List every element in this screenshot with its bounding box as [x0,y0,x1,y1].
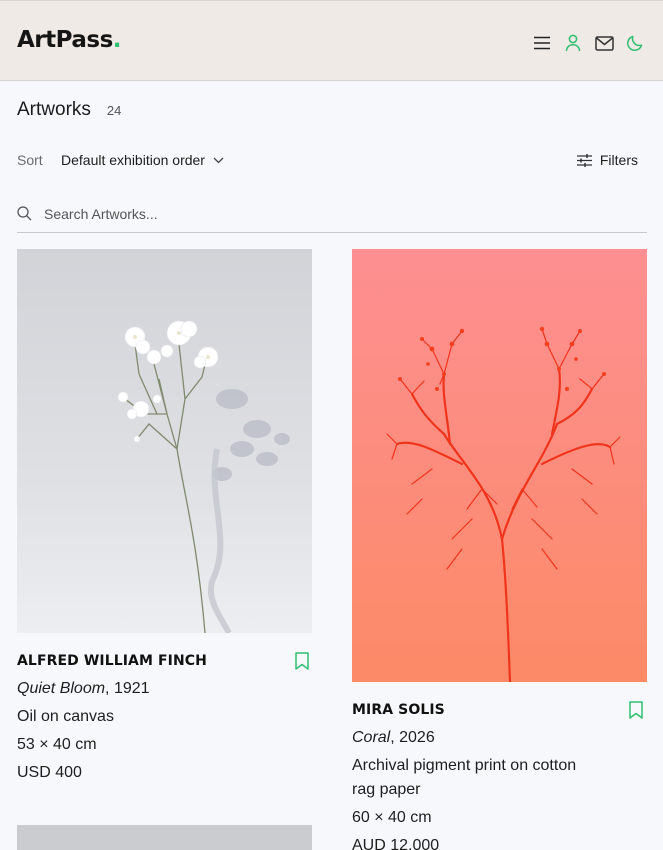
artist-name[interactable]: MIRA SOLIS [352,702,445,718]
artwork-title-year: Coral, 2026 [352,726,435,750]
filters-label: Filters [599,152,638,168]
artwork-image[interactable] [17,249,312,633]
sort-filter-bar: Sort Default exhibition order Filters [17,152,638,170]
artwork-year: , 1921 [105,680,150,697]
artwork-medium: Oil on canvas [17,708,114,725]
sort-label: Sort [17,152,43,168]
mail-icon[interactable] [594,33,614,53]
artwork-count: 24 [106,103,122,118]
bookmark-icon[interactable] [294,652,310,670]
listing-heading: Artworks 24 [17,99,121,121]
artwork-image-next[interactable] [17,825,312,850]
artwork-image[interactable] [352,249,647,682]
logo-text: ArtPass [17,27,113,53]
artwork-title: Quiet Bloom [17,680,106,697]
sliders-icon [576,153,592,167]
artwork-year: , 2026 [390,729,435,746]
filters-button[interactable]: Filters [576,152,638,168]
sort-dropdown[interactable]: Default exhibition order [61,152,224,168]
artist-name[interactable]: ALFRED WILLIAM FINCH [17,653,207,669]
search-icon [17,206,32,221]
search-bar [17,203,647,233]
artwork-dimensions: 53 × 40 cm [17,736,97,753]
artwork-title: Coral [352,729,391,746]
artwork-dimensions: 60 × 40 cm [352,809,432,826]
artwork-price: USD 400 [17,764,82,781]
search-input[interactable] [44,203,624,225]
artwork-title-year: Quiet Bloom, 1921 [17,677,150,701]
moon-icon[interactable] [625,33,645,53]
artwork-medium-line2: rag paper [352,781,421,798]
artwork-card[interactable]: MIRA SOLIS Coral, 2026 Archival pigment … [352,249,652,850]
artwork-medium-line1: Archival pigment print on cotton [352,757,577,774]
artpass-logo[interactable]: ArtPass. [17,27,122,53]
artwork-price: AUD 12,000 [352,837,440,850]
menu-icon[interactable] [532,33,552,53]
sort-value: Default exhibition order [61,152,205,168]
logo-dot: . [112,27,122,53]
artwork-card[interactable]: ALFRED WILLIAM FINCH Quiet Bloom, 1921 O… [17,249,317,809]
page-title: Artworks [17,99,91,120]
top-header: ArtPass. [0,0,663,81]
user-icon[interactable] [563,33,583,53]
bookmark-icon[interactable] [628,701,644,719]
chevron-down-icon [213,157,224,163]
